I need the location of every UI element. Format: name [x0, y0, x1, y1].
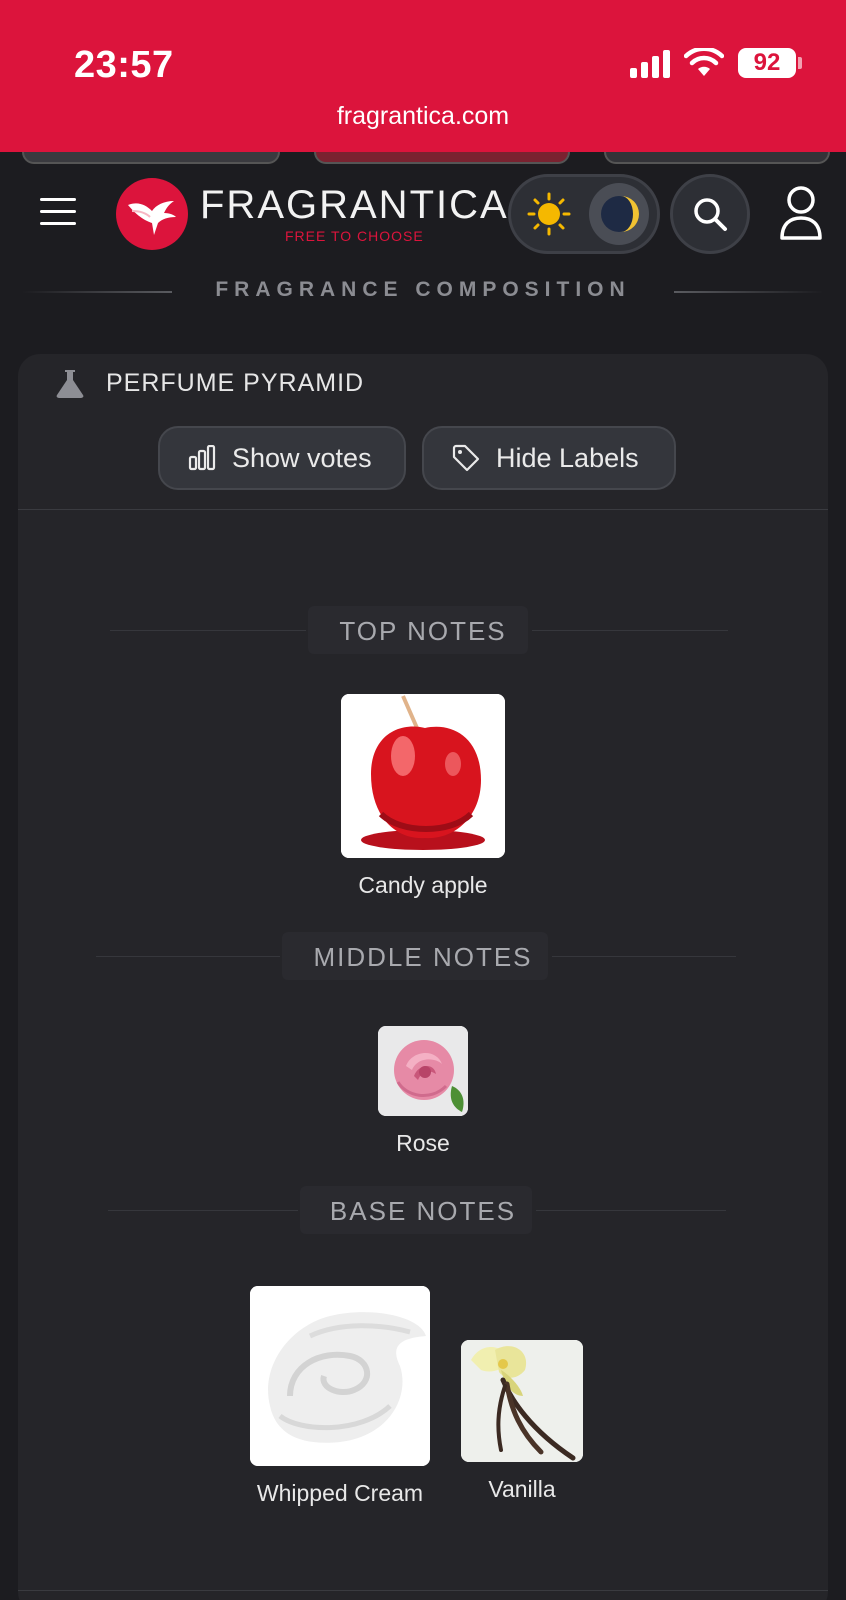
top-notes-heading: TOP NOTES — [339, 616, 507, 646]
note-name: Whipped Cream — [256, 1480, 424, 1506]
brand-name: FRAGRANTICA — [200, 183, 509, 227]
hummingbird-logo-icon — [116, 178, 188, 250]
base-notes-heading: BASE NOTES — [329, 1196, 517, 1226]
candy-apple-image — [341, 694, 505, 858]
whipped-cream-image — [250, 1286, 430, 1466]
battery-level: 92 — [738, 48, 796, 78]
cellular-signal-icon — [630, 48, 670, 78]
status-icons: 92 — [630, 48, 802, 78]
show-votes-button[interactable]: Show votes — [158, 426, 406, 490]
scrolled-content-peek — [0, 152, 846, 166]
site-logo[interactable]: FRAGRANTICA FREE TO CHOOSE — [116, 178, 509, 250]
rose-image — [378, 1026, 468, 1116]
url-bar[interactable]: fragrantica.com — [0, 102, 846, 131]
user-icon[interactable] — [778, 184, 824, 242]
moon-icon[interactable] — [589, 183, 649, 245]
middle-notes-heading-row: MIDDLE NOTES — [18, 932, 828, 980]
sun-icon[interactable] — [519, 183, 579, 245]
flask-icon — [56, 370, 84, 398]
section-heading: FRAGRANCE COMPOSITION — [215, 278, 631, 301]
status-bar: 23:57 92 fragrantica.com — [0, 0, 846, 152]
note-rose[interactable]: Rose — [343, 1026, 503, 1157]
note-name: Rose — [396, 1130, 450, 1156]
brand-tagline: FREE TO CHOOSE — [284, 228, 424, 244]
perfume-pyramid-card: PERFUME PYRAMID Show votes Hide Labels T… — [18, 354, 828, 1600]
base-notes-heading-row: BASE NOTES — [18, 1186, 828, 1234]
search-icon[interactable] — [670, 174, 750, 254]
wifi-icon — [684, 48, 724, 76]
note-name: Candy apple — [358, 872, 488, 898]
battery-indicator: 92 — [738, 48, 802, 78]
card-header: PERFUME PYRAMID Show votes Hide Labels — [18, 354, 828, 510]
theme-toggle[interactable] — [508, 174, 660, 254]
hide-labels-button[interactable]: Hide Labels — [422, 426, 676, 490]
show-votes-label: Show votes — [232, 442, 372, 473]
card-title: PERFUME PYRAMID — [106, 368, 365, 397]
note-candy-apple[interactable]: Candy apple — [323, 694, 523, 899]
section-heading-row: FRAGRANCE COMPOSITION — [0, 272, 846, 312]
note-vanilla[interactable]: Vanilla — [452, 1340, 592, 1503]
site-header: FRAGRANTICA FREE TO CHOOSE — [0, 166, 846, 266]
card-divider — [18, 1590, 828, 1591]
vanilla-image — [461, 1340, 583, 1462]
top-notes-heading-row: TOP NOTES — [18, 606, 828, 654]
middle-notes-heading: MIDDLE NOTES — [313, 942, 533, 972]
tag-icon — [452, 444, 480, 472]
bar-chart-icon — [188, 445, 216, 471]
status-time: 23:57 — [74, 44, 174, 86]
hide-labels-label: Hide Labels — [496, 442, 639, 473]
note-whipped-cream[interactable]: Whipped Cream — [240, 1286, 440, 1507]
hamburger-menu-icon[interactable] — [40, 198, 76, 226]
note-name: Vanilla — [488, 1476, 556, 1502]
